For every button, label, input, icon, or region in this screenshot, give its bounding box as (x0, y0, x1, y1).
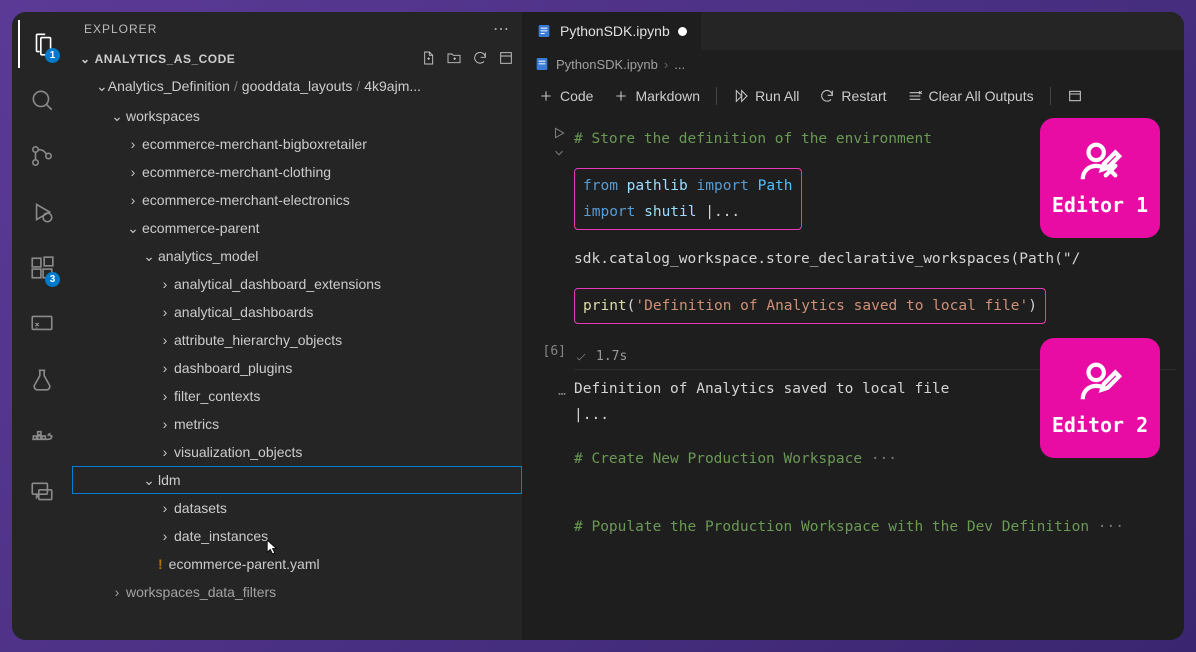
explorer-sidebar: EXPLORER ⋯ ⌄ ANALYTICS_AS_CODE ⌄ Analyti… (72, 12, 522, 640)
run-all-button[interactable]: Run All (725, 84, 807, 108)
annotation-editor-1: Editor 1 (1040, 118, 1160, 238)
tree-folder[interactable]: ›dashboard_plugins (72, 354, 522, 382)
run-cell-icon[interactable] (552, 126, 566, 140)
new-folder-icon[interactable] (446, 50, 462, 69)
editor-area: PythonSDK.ipynb PythonSDK.ipynb › ... Co… (522, 12, 1184, 640)
editor-breadcrumb[interactable]: PythonSDK.ipynb › ... (522, 50, 1184, 78)
chevron-down-icon[interactable] (552, 146, 566, 160)
chevron-down-icon: ⌄ (96, 78, 108, 95)
tree-folder[interactable]: ›metrics (72, 410, 522, 438)
highlighted-code-1: from pathlib import Path import shutil |… (574, 168, 802, 230)
explorer-title: EXPLORER (84, 22, 157, 36)
unsaved-dot-icon (678, 27, 687, 36)
extensions-badge: 3 (45, 272, 60, 287)
tree-folder-analytics-model[interactable]: ⌄analytics_model (72, 242, 522, 270)
tree-breadcrumb[interactable]: ⌄ Analytics_Definition / gooddata_layout… (72, 72, 522, 100)
new-file-icon[interactable] (420, 50, 436, 69)
file-tree: ⌄workspaces ›ecommerce-merchant-bigboxre… (72, 100, 522, 640)
activity-bar: 1 3 (12, 12, 72, 640)
tree-folder[interactable]: ›ecommerce-merchant-bigboxretailer (72, 130, 522, 158)
jupyter-icon (536, 23, 552, 39)
highlighted-code-2: print('Definition of Analytics saved to … (574, 288, 1046, 324)
check-icon (574, 350, 588, 364)
activity-extensions[interactable]: 3 (18, 244, 66, 292)
activity-comments[interactable] (18, 468, 66, 516)
collapse-icon[interactable] (498, 50, 514, 69)
chevron-down-icon: ⌄ (80, 52, 91, 66)
project-name: ANALYTICS_AS_CODE (95, 52, 236, 66)
tree-folder[interactable]: ›ecommerce-merchant-clothing (72, 158, 522, 186)
tree-folder[interactable]: ›filter_contexts (72, 382, 522, 410)
tab-notebook[interactable]: PythonSDK.ipynb (522, 12, 701, 50)
tree-folder-ldm[interactable]: ⌄ldm (72, 466, 522, 494)
explorer-badge: 1 (45, 48, 60, 63)
tab-bar: PythonSDK.ipynb (522, 12, 1184, 50)
cell-more-icon[interactable]: ⋯ (558, 387, 566, 402)
modified-indicator-icon: ! (158, 556, 163, 572)
activity-docker[interactable] (18, 412, 66, 460)
activity-search[interactable] (18, 76, 66, 124)
add-markdown-button[interactable]: Markdown (605, 84, 708, 108)
activity-remote[interactable] (18, 300, 66, 348)
markdown-cell[interactable]: # Populate the Production Workspace with… (526, 514, 1176, 540)
explorer-more-icon[interactable]: ⋯ (493, 19, 510, 39)
clear-outputs-button[interactable]: Clear All Outputs (899, 84, 1042, 108)
tree-folder[interactable]: ›attribute_hierarchy_objects (72, 326, 522, 354)
activity-testing[interactable] (18, 356, 66, 404)
activity-explorer[interactable]: 1 (18, 20, 66, 68)
tree-folder[interactable]: ›visualization_objects (72, 438, 522, 466)
tree-folder-parent[interactable]: ⌄ecommerce-parent (72, 214, 522, 242)
jupyter-icon (534, 56, 550, 72)
annotation-editor-2: Editor 2 (1040, 338, 1160, 458)
tree-file-yaml[interactable]: ›!ecommerce-parent.yaml (72, 550, 522, 578)
exec-count: [6] (543, 344, 566, 359)
tree-folder-workspaces[interactable]: ⌄workspaces (72, 102, 522, 130)
tree-folder[interactable]: ›ecommerce-merchant-electronics (72, 186, 522, 214)
activity-run-debug[interactable] (18, 188, 66, 236)
activity-source-control[interactable] (18, 132, 66, 180)
notebook-body: # Store the definition of the environmen… (522, 114, 1184, 640)
restart-button[interactable]: Restart (811, 84, 894, 108)
tree-folder[interactable]: ›analytical_dashboard_extensions (72, 270, 522, 298)
tree-folder[interactable]: ›date_instances (72, 522, 522, 550)
tree-folder-datasets[interactable]: ›datasets (72, 494, 522, 522)
toolbar-overflow[interactable] (1059, 84, 1091, 108)
add-code-button[interactable]: Code (530, 84, 601, 108)
project-section-header[interactable]: ⌄ ANALYTICS_AS_CODE (72, 46, 522, 72)
tree-folder[interactable]: ›workspaces_data_filters (72, 578, 522, 606)
tree-folder[interactable]: ›analytical_dashboards (72, 298, 522, 326)
notebook-toolbar: Code Markdown Run All Restart Clear All … (522, 78, 1184, 114)
refresh-icon[interactable] (472, 50, 488, 69)
